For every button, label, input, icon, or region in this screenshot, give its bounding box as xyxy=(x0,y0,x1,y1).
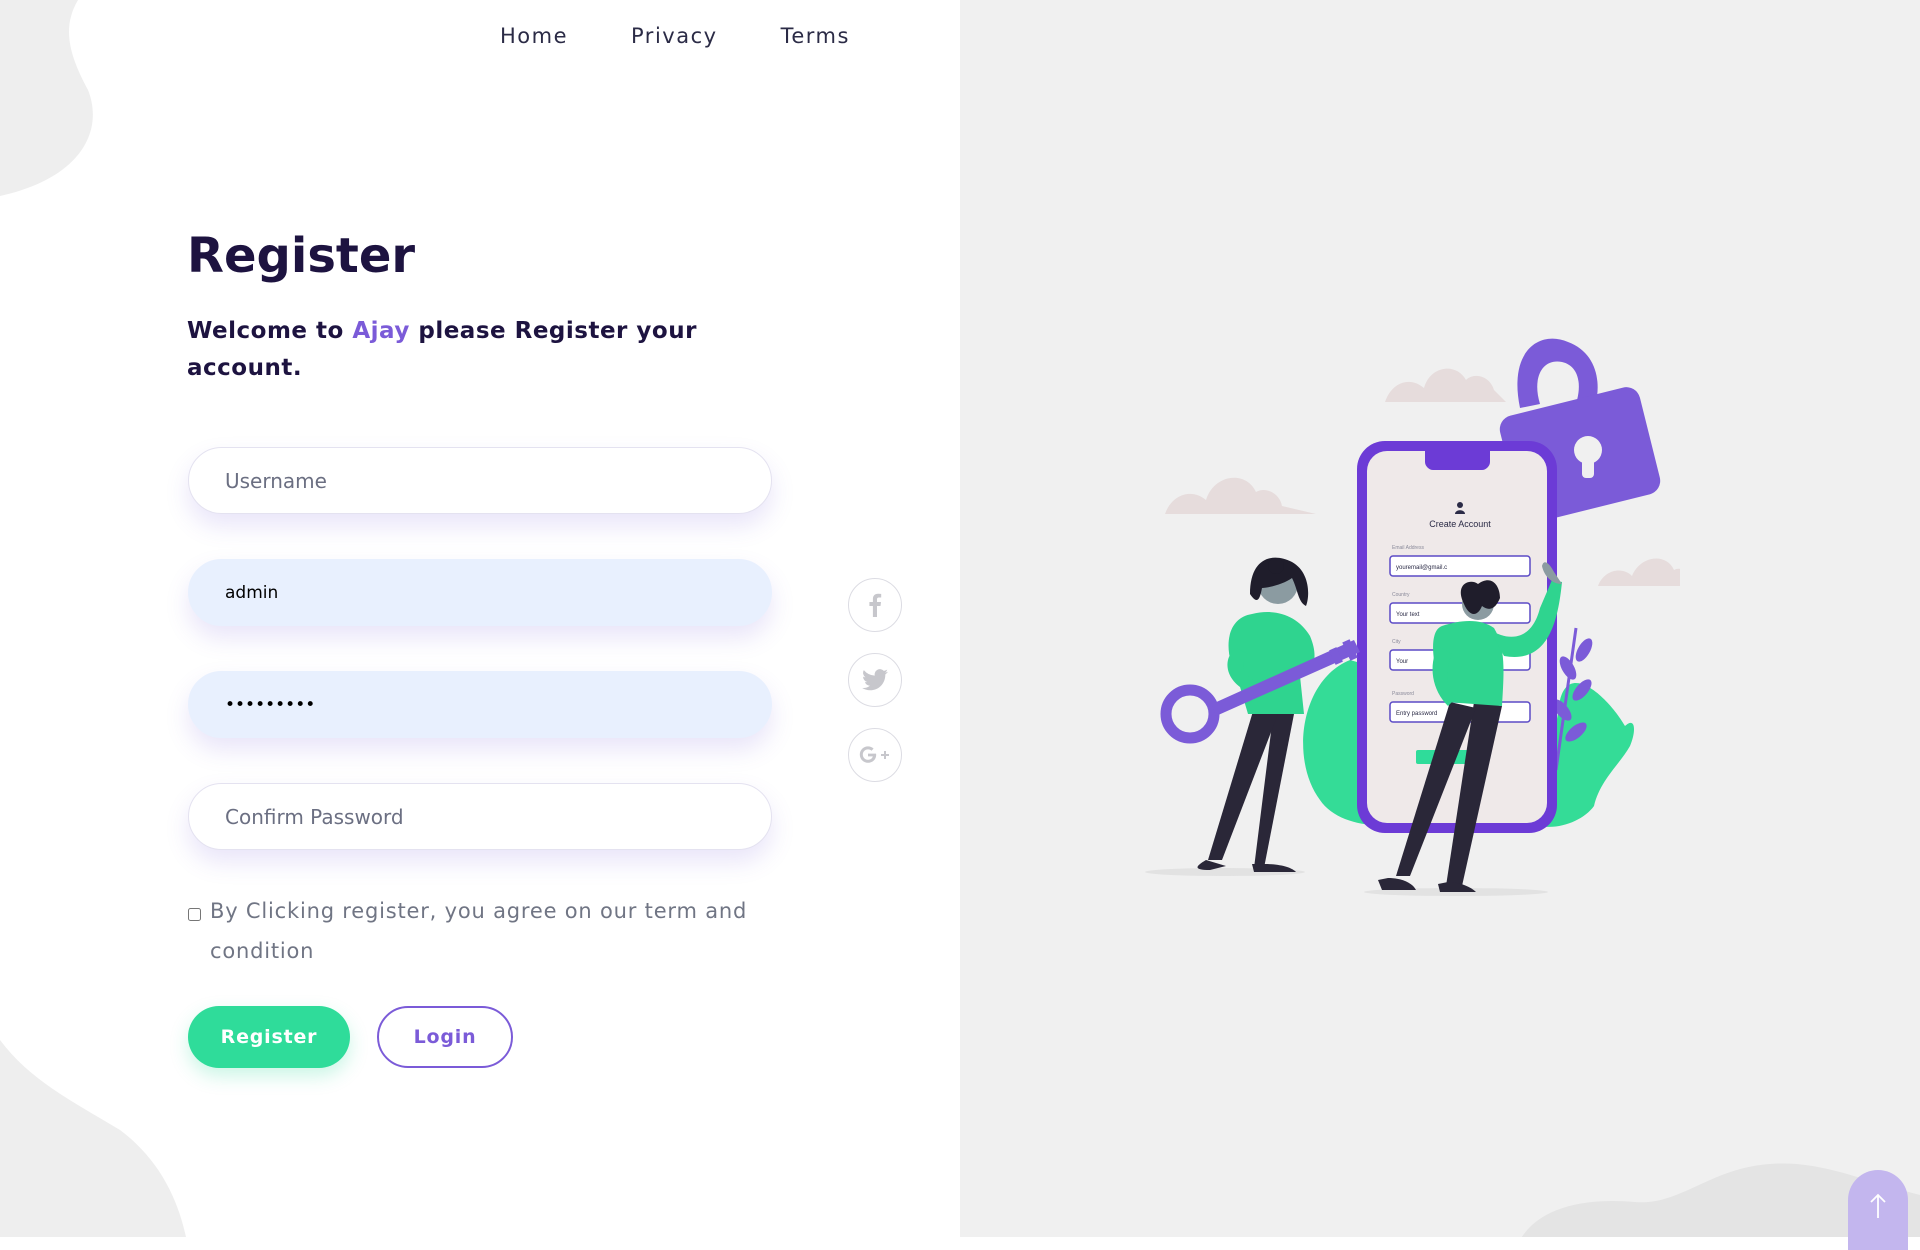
page-title: Register xyxy=(187,228,416,284)
welcome-subtitle: Welcome to Ajay please Register your acc… xyxy=(187,313,707,387)
nav-privacy-link[interactable]: Privacy xyxy=(631,24,718,48)
twitter-button[interactable] xyxy=(848,653,902,707)
facebook-button[interactable] xyxy=(848,578,902,632)
phone-value-country: Your text xyxy=(1396,612,1420,618)
phone-label-city: City xyxy=(1392,639,1401,645)
register-panel: Home Privacy Terms Register Welcome to A… xyxy=(0,0,960,1237)
phone-value-email: youremail@gmail.c xyxy=(1396,565,1447,571)
arrow-up-icon xyxy=(1870,1193,1886,1218)
confirm-password-input[interactable] xyxy=(188,783,772,850)
phone-label-password: Password xyxy=(1392,691,1414,697)
username-input[interactable] xyxy=(188,447,772,514)
phone-heading: Create Account xyxy=(1429,519,1491,529)
nav-terms-link[interactable]: Terms xyxy=(781,24,850,48)
phone-value-password: Entry password xyxy=(1396,711,1437,717)
phone-label-email: Email Address xyxy=(1392,545,1424,551)
subtitle-prefix: Welcome to xyxy=(187,318,353,344)
login-button[interactable]: Login xyxy=(377,1006,513,1068)
terms-label: By Clicking register, you agree on our t… xyxy=(210,899,748,963)
facebook-icon xyxy=(869,593,882,617)
scroll-to-top-button[interactable] xyxy=(1848,1170,1908,1250)
register-button[interactable]: Register xyxy=(188,1006,350,1068)
password-input[interactable] xyxy=(188,671,772,738)
email-input[interactable] xyxy=(188,559,772,626)
google-plus-button[interactable] xyxy=(848,728,902,782)
decorative-blob-bottom xyxy=(0,1040,186,1237)
phone-label-country: Country xyxy=(1392,592,1410,598)
register-illustration: Create Account Email Address youremail@g… xyxy=(1145,338,1680,896)
terms-checkbox[interactable] xyxy=(188,908,201,921)
terms-agreement: By Clicking register, you agree on our t… xyxy=(188,899,778,971)
google-plus-icon xyxy=(859,746,889,763)
phone-value-city: Your xyxy=(1396,659,1408,665)
nav-home-link[interactable]: Home xyxy=(500,24,568,48)
brand-name: Ajay xyxy=(352,318,410,344)
twitter-icon xyxy=(862,669,888,691)
decorative-blob-top xyxy=(0,0,93,196)
top-nav: Home Privacy Terms xyxy=(500,24,850,48)
